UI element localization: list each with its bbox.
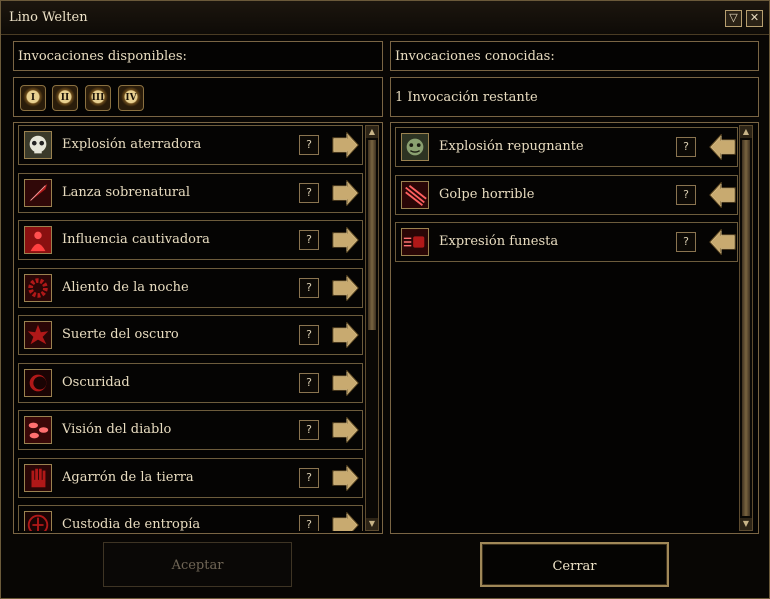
invocation-label: Aliento de la noche bbox=[62, 279, 189, 295]
available-invocation-row[interactable]: Agarrón de la tierra? bbox=[18, 457, 363, 498]
crescent-icon bbox=[24, 368, 52, 397]
invocation-label: Explosión aterradora bbox=[62, 137, 202, 152]
scroll-up-icon[interactable]: ▲ bbox=[366, 126, 378, 138]
eyes-icon bbox=[24, 416, 52, 444]
scroll-thumb[interactable] bbox=[368, 140, 376, 330]
invocation-label: Golpe horrible bbox=[439, 186, 535, 202]
hand-icon bbox=[24, 463, 52, 492]
scroll-down-icon[interactable]: ▼ bbox=[740, 518, 752, 530]
available-invocation-row[interactable]: Explosión aterradora? bbox=[18, 125, 363, 165]
available-invocation-row[interactable]: Influencia cautivadora? bbox=[18, 220, 363, 260]
add-arrow-icon[interactable] bbox=[331, 321, 359, 349]
known-scrollbar[interactable]: ▲ ▼ bbox=[739, 125, 753, 531]
fist-icon bbox=[401, 228, 429, 256]
available-list: Explosión aterradora? Lanza sobrenatural?… bbox=[18, 125, 363, 531]
remove-arrow-icon[interactable] bbox=[709, 133, 737, 161]
invocation-label: Oscuridad bbox=[62, 374, 130, 390]
available-invocation-row[interactable]: Visión del diablo? bbox=[18, 410, 363, 450]
known-invocation-row[interactable]: Explosión repugnante? bbox=[395, 127, 738, 167]
available-invocation-row[interactable]: Custodia de entropía? bbox=[18, 505, 363, 531]
ring-icon bbox=[24, 273, 52, 302]
known-list: Explosión repugnante? Golpe horrible? Expr… bbox=[395, 127, 738, 529]
add-arrow-icon[interactable] bbox=[331, 273, 359, 302]
scroll-thumb[interactable] bbox=[742, 140, 750, 516]
add-arrow-icon[interactable] bbox=[331, 226, 359, 254]
invocation-label: Influencia cautivadora bbox=[62, 232, 210, 247]
remove-arrow-icon[interactable] bbox=[709, 228, 737, 256]
help-button[interactable]: ? bbox=[299, 420, 319, 440]
add-arrow-icon[interactable] bbox=[331, 368, 359, 397]
invocation-label: Explosión repugnante bbox=[439, 139, 584, 154]
close-button[interactable]: Cerrar bbox=[480, 542, 669, 587]
known-invocation-row[interactable]: Golpe horrible? bbox=[395, 174, 738, 215]
invocation-label: Agarrón de la tierra bbox=[62, 469, 194, 485]
help-button[interactable]: ? bbox=[299, 277, 319, 298]
figure-icon bbox=[24, 226, 52, 254]
remove-arrow-icon[interactable] bbox=[709, 180, 737, 209]
help-button[interactable]: ? bbox=[299, 182, 319, 203]
add-arrow-icon[interactable] bbox=[331, 463, 359, 492]
window-title: Lino Welten bbox=[9, 10, 88, 25]
known-header-label: Invocaciones conocidas: bbox=[395, 49, 555, 64]
help-button[interactable]: ? bbox=[676, 184, 696, 205]
known-invocation-row[interactable]: Expresión funesta? bbox=[395, 222, 738, 262]
known-header: Invocaciones conocidas: bbox=[390, 41, 759, 71]
grade-tab-4[interactable]: IV bbox=[118, 85, 144, 111]
invocation-label: Expresión funesta bbox=[439, 234, 559, 249]
invocation-label: Suerte del oscuro bbox=[62, 327, 179, 342]
close-icon[interactable]: ✕ bbox=[746, 10, 763, 27]
known-list-panel: Explosión repugnante? Golpe horrible? Expr… bbox=[390, 122, 759, 534]
remaining-box: 1 Invocación restante bbox=[390, 77, 759, 117]
grade-tab-bar: I II III IV bbox=[13, 77, 383, 117]
skull-icon bbox=[24, 131, 52, 159]
help-button[interactable]: ? bbox=[299, 325, 319, 345]
invocation-label: Custodia de entropía bbox=[62, 517, 201, 531]
help-button[interactable]: ? bbox=[299, 135, 319, 155]
help-button[interactable]: ? bbox=[299, 230, 319, 250]
title-bar[interactable]: Lino Welten ▽ ✕ bbox=[1, 1, 769, 35]
grade-tab-2[interactable]: II bbox=[52, 85, 78, 111]
rune-icon bbox=[24, 511, 52, 531]
remaining-count: 1 Invocación restante bbox=[395, 90, 538, 105]
add-arrow-icon[interactable] bbox=[331, 131, 359, 159]
add-arrow-icon[interactable] bbox=[331, 511, 359, 531]
available-invocation-row[interactable]: Oscuridad? bbox=[18, 362, 363, 403]
scroll-up-icon[interactable]: ▲ bbox=[740, 126, 752, 138]
claw-icon bbox=[401, 180, 429, 209]
invocations-window: Lino Welten ▽ ✕ Invocaciones disponibles… bbox=[0, 0, 770, 599]
help-button[interactable]: ? bbox=[676, 137, 696, 157]
help-button[interactable]: ? bbox=[299, 372, 319, 393]
available-header-label: Invocaciones disponibles: bbox=[18, 49, 187, 64]
burst-icon bbox=[24, 321, 52, 349]
invocation-label: Lanza sobrenatural bbox=[62, 184, 191, 200]
scroll-down-icon[interactable]: ▼ bbox=[366, 518, 378, 530]
invocation-label: Visión del diablo bbox=[62, 422, 172, 437]
spear-icon bbox=[24, 178, 52, 207]
help-button[interactable]: ? bbox=[299, 515, 319, 531]
minimize-icon[interactable]: ▽ bbox=[725, 10, 742, 27]
help-button[interactable]: ? bbox=[299, 467, 319, 488]
available-list-panel: Explosión aterradora? Lanza sobrenatural?… bbox=[13, 122, 383, 534]
available-header: Invocaciones disponibles: bbox=[13, 41, 383, 71]
face-icon bbox=[401, 133, 429, 161]
help-button[interactable]: ? bbox=[676, 232, 696, 252]
grade-tab-1[interactable]: I bbox=[20, 85, 46, 111]
available-invocation-row[interactable]: Suerte del oscuro? bbox=[18, 315, 363, 355]
available-invocation-row[interactable]: Aliento de la noche? bbox=[18, 267, 363, 308]
grade-tab-3[interactable]: III bbox=[85, 85, 111, 111]
accept-button[interactable]: Aceptar bbox=[103, 542, 292, 587]
available-invocation-row[interactable]: Lanza sobrenatural? bbox=[18, 172, 363, 213]
add-arrow-icon[interactable] bbox=[331, 178, 359, 207]
add-arrow-icon[interactable] bbox=[331, 416, 359, 444]
available-scrollbar[interactable]: ▲ ▼ bbox=[365, 125, 379, 531]
